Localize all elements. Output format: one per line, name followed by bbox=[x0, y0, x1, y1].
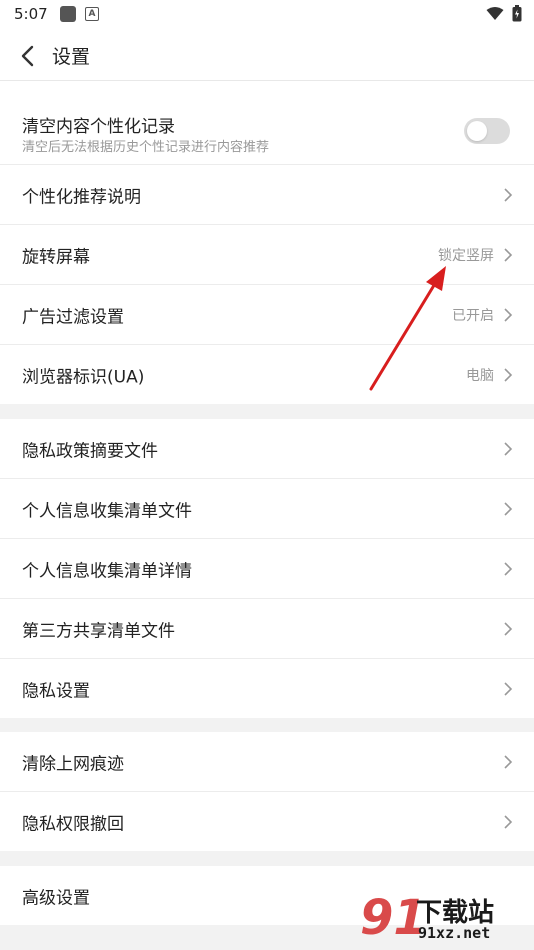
chevron-right-icon bbox=[504, 441, 513, 456]
row-privacy-policy-summary[interactable]: 隐私政策摘要文件 bbox=[0, 419, 534, 479]
row-label: 隐私权限撤回 bbox=[22, 814, 124, 834]
app-notification-icon: A bbox=[85, 7, 99, 21]
row-label: 个人信息收集清单文件 bbox=[22, 501, 192, 521]
row-personalized-recommendation[interactable]: 个性化推荐说明 bbox=[0, 165, 534, 225]
row-rotate-screen[interactable]: 旋转屏幕 锁定竖屏 bbox=[0, 225, 534, 285]
row-label: 旋转屏幕 bbox=[22, 247, 90, 267]
chevron-right-icon bbox=[504, 621, 513, 636]
notification-icon bbox=[60, 6, 76, 22]
chevron-right-icon bbox=[504, 501, 513, 516]
row-value: 已开启 bbox=[452, 307, 494, 324]
row-third-party-sharing[interactable]: 第三方共享清单文件 bbox=[0, 599, 534, 659]
row-clear-browsing-traces[interactable]: 清除上网痕迹 bbox=[0, 732, 534, 792]
battery-icon bbox=[512, 5, 522, 22]
settings-section-general: 清空内容个性化记录 清空后无法根据历史个性记录进行内容推荐 个性化推荐说明 旋转… bbox=[0, 98, 534, 404]
status-bar: 5:07 A bbox=[0, 0, 534, 30]
chevron-right-icon bbox=[504, 681, 513, 696]
chevron-right-icon bbox=[504, 307, 513, 322]
row-label: 高级设置 bbox=[22, 888, 90, 908]
row-value: 电脑 bbox=[466, 367, 494, 384]
row-label: 个人信息收集清单详情 bbox=[22, 561, 192, 581]
chevron-right-icon bbox=[504, 247, 513, 262]
settings-section-history: 清除上网痕迹 隐私权限撤回 bbox=[0, 732, 534, 851]
row-label: 隐私政策摘要文件 bbox=[22, 441, 158, 461]
chevron-right-icon bbox=[504, 367, 513, 382]
row-subtitle: 清空后无法根据历史个性记录进行内容推荐 bbox=[22, 140, 270, 155]
status-icons bbox=[486, 5, 522, 22]
row-label: 清除上网痕迹 bbox=[22, 754, 124, 774]
chevron-right-icon bbox=[504, 814, 513, 829]
row-personal-info-list-detail[interactable]: 个人信息收集清单详情 bbox=[0, 539, 534, 599]
row-label: 清空内容个性化记录 bbox=[22, 117, 175, 137]
back-arrow-icon[interactable] bbox=[14, 42, 42, 70]
page-title: 设置 bbox=[52, 46, 91, 68]
watermark-logo: 91 下载站 91xz.net bbox=[360, 890, 530, 946]
row-value: 锁定竖屏 bbox=[438, 247, 494, 264]
chevron-right-icon bbox=[504, 754, 513, 769]
row-label: 隐私设置 bbox=[22, 681, 90, 701]
clear-personalization-toggle[interactable] bbox=[464, 118, 510, 144]
row-privacy-settings[interactable]: 隐私设置 bbox=[0, 659, 534, 718]
row-revoke-privacy-permissions[interactable]: 隐私权限撤回 bbox=[0, 792, 534, 851]
chevron-right-icon bbox=[504, 561, 513, 576]
row-label: 第三方共享清单文件 bbox=[22, 621, 175, 641]
chevron-right-icon bbox=[504, 187, 513, 202]
watermark-url: 91xz.net bbox=[418, 924, 491, 942]
app-header: 设置 bbox=[0, 30, 534, 81]
row-personal-info-list-file[interactable]: 个人信息收集清单文件 bbox=[0, 479, 534, 539]
toggle-knob bbox=[467, 121, 487, 141]
row-label: 广告过滤设置 bbox=[22, 307, 124, 327]
row-ad-filter[interactable]: 广告过滤设置 已开启 bbox=[0, 285, 534, 345]
wifi-icon bbox=[486, 7, 504, 20]
settings-section-privacy: 隐私政策摘要文件 个人信息收集清单文件 个人信息收集清单详情 第三方共享清单文件… bbox=[0, 419, 534, 718]
row-user-agent[interactable]: 浏览器标识(UA) 电脑 bbox=[0, 345, 534, 404]
scrolled-row-remnant bbox=[0, 81, 534, 98]
row-label: 个性化推荐说明 bbox=[22, 187, 141, 207]
row-label: 浏览器标识(UA) bbox=[22, 367, 145, 387]
status-time: 5:07 bbox=[14, 5, 48, 23]
row-clear-personalization: 清空内容个性化记录 清空后无法根据历史个性记录进行内容推荐 bbox=[0, 98, 534, 165]
